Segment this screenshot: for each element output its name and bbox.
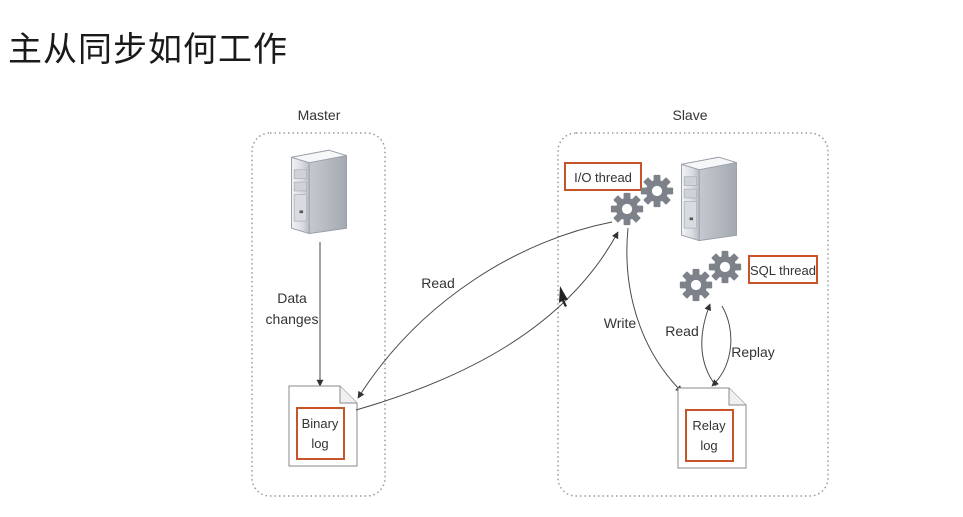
data-changes-label-line1: Data <box>277 290 307 306</box>
binary-log-label-line1: Binary <box>302 416 339 431</box>
master-label: Master <box>298 107 341 123</box>
replication-diagram: Master Slave Data changes Binary log Rea… <box>251 107 829 497</box>
master-server-icon <box>291 149 347 234</box>
slave-label: Slave <box>672 107 707 123</box>
binary-log-label-line2: log <box>311 436 328 451</box>
slave-server-icon <box>681 156 737 241</box>
sql-thread-gear-icon-small <box>708 250 742 284</box>
relay-log-label-line2: log <box>700 438 717 453</box>
replay-label: Replay <box>731 344 775 360</box>
io-thread-label: I/O thread <box>574 170 632 185</box>
io-thread-gear-icon-small <box>640 174 674 208</box>
data-changes-label-line2: changes <box>266 311 319 327</box>
io-thread-gear-icon-large <box>610 192 644 226</box>
relay-log-label-line1: Relay <box>692 418 726 433</box>
read-label: Read <box>421 275 454 291</box>
sql-thread-label: SQL thread <box>750 263 816 278</box>
write-label: Write <box>604 315 637 331</box>
sql-thread-gear-icon-large <box>679 268 713 302</box>
sql-read-label: Read <box>665 323 698 339</box>
